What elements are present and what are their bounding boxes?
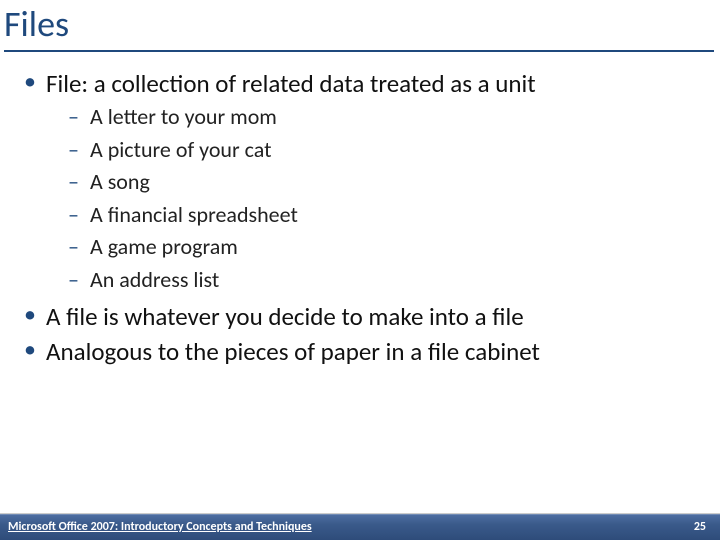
- bullet-list-level2: A letter to your mom A picture of your c…: [46, 103, 700, 295]
- sub-bullet-item: A game program: [68, 233, 700, 262]
- bullet-text: A file is whatever you decide to make in…: [46, 301, 524, 332]
- slide-footer: Microsoft Office 2007: Introductory Conc…: [0, 514, 720, 540]
- bullet-list-level1: File: a collection of related data treat…: [20, 68, 700, 367]
- sub-bullet-text: An address list: [90, 266, 219, 293]
- sub-bullet-text: A financial spreadsheet: [90, 201, 298, 228]
- footer-source-text: Microsoft Office 2007: Introductory Conc…: [8, 520, 312, 534]
- slide: Files File: a collection of related data…: [0, 0, 720, 540]
- sub-bullet-text: A picture of your cat: [90, 136, 271, 163]
- slide-title: Files: [4, 6, 714, 52]
- bullet-item: File: a collection of related data treat…: [20, 68, 700, 295]
- sub-bullet-item: A financial spreadsheet: [68, 201, 700, 230]
- bullet-text: Analogous to the pieces of paper in a fi…: [46, 336, 540, 367]
- sub-bullet-item: A picture of your cat: [68, 136, 700, 165]
- title-area: Files: [0, 0, 720, 52]
- bullet-text: File: a collection of related data treat…: [46, 68, 536, 99]
- sub-bullet-text: A game program: [90, 233, 238, 260]
- bullet-item: A file is whatever you decide to make in…: [20, 301, 700, 332]
- bullet-item: Analogous to the pieces of paper in a fi…: [20, 336, 700, 367]
- sub-bullet-item: A song: [68, 168, 700, 197]
- sub-bullet-item: A letter to your mom: [68, 103, 700, 132]
- sub-bullet-item: An address list: [68, 266, 700, 295]
- sub-bullet-text: A letter to your mom: [90, 103, 277, 130]
- slide-body: File: a collection of related data treat…: [0, 52, 720, 514]
- sub-bullet-text: A song: [90, 168, 150, 195]
- footer-page-number: 25: [694, 520, 706, 534]
